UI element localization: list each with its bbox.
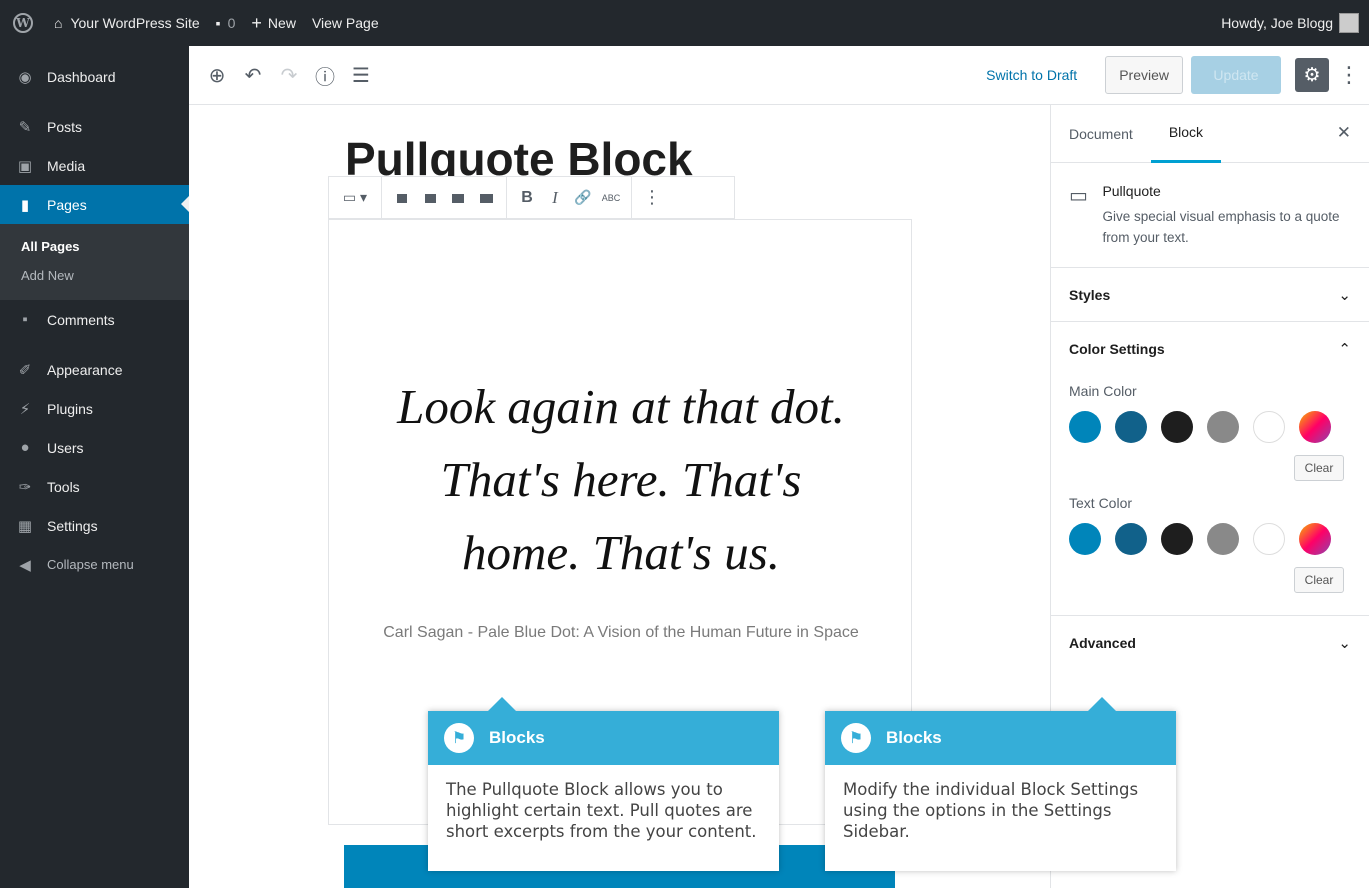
switch-to-draft-button[interactable]: Switch to Draft	[986, 67, 1077, 83]
account-menu[interactable]: Howdy, Joe Blogg	[1213, 0, 1369, 46]
redo-icon[interactable]: ↷	[271, 57, 307, 93]
add-block-icon[interactable]: ⊕	[199, 57, 235, 93]
color-swatch-blue[interactable]	[1069, 411, 1101, 443]
sidebar-item-settings[interactable]: ▦ Settings	[0, 506, 189, 545]
color-settings-toggle[interactable]: Color Settings ⌃	[1051, 322, 1369, 375]
close-icon[interactable]: ✕	[1337, 123, 1351, 143]
block-card-description: Give special visual emphasis to a quote …	[1102, 209, 1340, 245]
collapse-icon: ◀	[19, 556, 31, 574]
preview-button[interactable]: Preview	[1105, 56, 1183, 94]
chevron-down-icon: ⌄	[1338, 634, 1351, 652]
plugin-icon: ⚡	[19, 400, 31, 418]
pages-submenu: All Pages Add New	[0, 224, 189, 300]
callout-pullquote: ⚑ Blocks The Pullquote Block allows you …	[428, 697, 779, 871]
styles-panel-toggle[interactable]: Styles ⌄	[1051, 268, 1369, 321]
dashboard-icon: ◉	[18, 68, 32, 86]
submenu-all-pages[interactable]: All Pages	[0, 232, 189, 261]
color-swatch-gray[interactable]	[1207, 523, 1239, 555]
strikethrough-button[interactable]: ABC	[597, 193, 625, 203]
collapse-menu-button[interactable]: ◀ Collapse menu	[0, 545, 189, 584]
color-swatch-black[interactable]	[1161, 523, 1193, 555]
sidebar-item-pages[interactable]: ▮ Pages	[0, 185, 189, 224]
color-swatch-dark-blue[interactable]	[1115, 411, 1147, 443]
align-left-icon[interactable]	[388, 190, 416, 206]
pages-icon: ▮	[20, 196, 30, 214]
advanced-panel-toggle[interactable]: Advanced ⌄	[1051, 616, 1369, 669]
callout-settings: ⚑ Blocks Modify the individual Block Set…	[825, 697, 1176, 871]
more-options-icon[interactable]: ⋮	[638, 187, 666, 208]
home-icon: ⌂	[54, 15, 63, 31]
sidebar-item-media[interactable]: ▣ Media	[0, 146, 189, 185]
comments-link[interactable]: ▪ 0	[208, 0, 244, 46]
text-color-palette	[1051, 523, 1369, 555]
info-icon[interactable]: ⓘ	[307, 57, 343, 93]
comment-icon: ▪	[215, 15, 221, 31]
sidebar-item-appearance[interactable]: ✐ Appearance	[0, 350, 189, 389]
tab-block[interactable]: Block	[1150, 105, 1222, 163]
brush-icon: ✐	[18, 361, 32, 379]
bold-button[interactable]: B	[513, 189, 541, 207]
pullquote-text[interactable]: Look again at that dot. That's here. Tha…	[329, 370, 913, 589]
custom-color-picker[interactable]	[1299, 411, 1331, 443]
color-swatch-blue[interactable]	[1069, 523, 1101, 555]
text-color-label: Text Color	[1069, 495, 1133, 511]
align-full-icon[interactable]	[472, 190, 500, 206]
align-center-icon[interactable]	[416, 190, 444, 206]
main-color-clear-button[interactable]: Clear	[1294, 455, 1344, 481]
wordpress-logo-icon[interactable]: W	[0, 0, 46, 46]
main-color-palette	[1051, 411, 1369, 443]
users-icon: ●	[20, 439, 30, 456]
undo-icon[interactable]: ↶	[235, 57, 271, 93]
media-icon: ▣	[17, 157, 33, 175]
avatar	[1339, 13, 1359, 33]
flag-icon: ⚑	[444, 723, 474, 753]
plus-icon: +	[251, 12, 262, 33]
sidebar-item-users[interactable]: ● Users	[0, 428, 189, 467]
comment-icon: ▪	[22, 311, 28, 328]
admin-bar: W ⌂ Your WordPress Site ▪ 0 + New View P…	[0, 0, 1369, 46]
pullquote-citation[interactable]: Carl Sagan - Pale Blue Dot: A Vision of …	[369, 618, 873, 647]
chevron-down-icon: ⌄	[1338, 286, 1351, 304]
block-card: ▭ Pullquote Give special visual emphasis…	[1051, 163, 1369, 268]
color-swatch-white[interactable]	[1253, 411, 1285, 443]
chevron-up-icon: ⌃	[1338, 340, 1351, 358]
pin-icon: ✎	[18, 118, 32, 136]
text-color-clear-button[interactable]: Clear	[1294, 567, 1344, 593]
wrench-icon: ✑	[18, 478, 32, 496]
admin-sidebar: ◉ Dashboard ✎ Posts ▣ Media ▮ Pages All Page…	[0, 46, 189, 888]
submenu-add-new[interactable]: Add New	[0, 261, 189, 290]
view-page-link[interactable]: View Page	[304, 0, 387, 46]
color-swatch-white[interactable]	[1253, 523, 1285, 555]
pullquote-icon: ▭	[1069, 185, 1088, 207]
editor-header: ⊕ ↶ ↷ ⓘ ☰ Switch to Draft Preview Update…	[189, 46, 1369, 105]
block-navigation-icon[interactable]: ☰	[343, 57, 379, 93]
color-swatch-black[interactable]	[1161, 411, 1193, 443]
color-swatch-gray[interactable]	[1207, 411, 1239, 443]
italic-button[interactable]: I	[541, 188, 569, 208]
main-color-label: Main Color	[1069, 383, 1137, 399]
sidebar-item-plugins[interactable]: ⚡ Plugins	[0, 389, 189, 428]
tab-document[interactable]: Document	[1051, 105, 1151, 163]
color-swatch-dark-blue[interactable]	[1115, 523, 1147, 555]
gear-icon[interactable]: ⚙	[1295, 58, 1329, 92]
block-switcher-icon[interactable]: ▭ ▾	[335, 189, 375, 206]
sidebar-item-dashboard[interactable]: ◉ Dashboard	[0, 57, 189, 96]
link-icon[interactable]: 🔗	[569, 189, 597, 206]
sidebar-item-posts[interactable]: ✎ Posts	[0, 107, 189, 146]
new-content-link[interactable]: + New	[243, 0, 304, 46]
sidebar-item-comments[interactable]: ▪ Comments	[0, 300, 189, 339]
site-name-link[interactable]: ⌂ Your WordPress Site	[46, 0, 208, 46]
sidebar-item-tools[interactable]: ✑ Tools	[0, 467, 189, 506]
update-button[interactable]: Update	[1191, 56, 1281, 94]
settings-icon: ▦	[17, 517, 33, 535]
block-card-title: Pullquote	[1102, 183, 1161, 199]
block-toolbar: ▭ ▾ B I 🔗 ABC ⋮	[328, 176, 735, 219]
more-options-icon[interactable]: ⋮	[1337, 62, 1361, 88]
flag-icon: ⚑	[841, 723, 871, 753]
custom-color-picker[interactable]	[1299, 523, 1331, 555]
align-wide-icon[interactable]	[444, 190, 472, 206]
